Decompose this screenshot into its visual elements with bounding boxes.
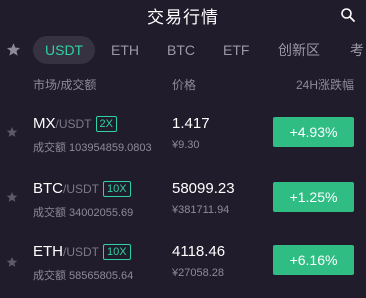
quote-symbol: /USDT (63, 245, 99, 259)
last-price: 1.417 (172, 115, 210, 132)
last-price: 4118.46 (172, 243, 226, 260)
header: 交易行情 (0, 0, 366, 30)
cny-price: ¥9.30 (172, 139, 200, 151)
market-tabs: USDT ETH BTC ETF 创新区 考 (0, 34, 366, 66)
base-symbol: MX (33, 115, 56, 132)
favorite-star-icon[interactable] (6, 191, 18, 203)
volume-text: 成交额 58565805.64 (33, 270, 134, 282)
tab-innovation[interactable]: 创新区 (278, 36, 320, 64)
pair-name: MX/USDT 2X (33, 114, 117, 134)
market-row[interactable]: BTC/USDT 10X 成交额 34002055.69 58099.23 ¥38… (0, 179, 366, 235)
volume-text: 成交额 34002055.69 (33, 207, 134, 219)
favorite-star-icon[interactable] (6, 256, 18, 268)
tab-partial[interactable]: 考 (350, 36, 364, 64)
pair-name: BTC/USDT 10X (33, 179, 131, 199)
tab-usdt[interactable]: USDT (33, 36, 96, 64)
base-symbol: BTC (33, 180, 63, 197)
favorites-star-icon[interactable] (6, 42, 21, 57)
tab-eth[interactable]: ETH (111, 36, 139, 64)
quote-symbol: /USDT (63, 182, 99, 196)
leverage-badge: 10X (103, 181, 131, 197)
leverage-badge: 2X (95, 116, 117, 132)
change-button[interactable]: +4.93% (273, 117, 354, 147)
page-title: 交易行情 (147, 8, 219, 27)
favorite-star-icon[interactable] (6, 126, 18, 138)
tab-etf[interactable]: ETF (223, 36, 249, 64)
search-icon[interactable] (340, 7, 356, 23)
market-row[interactable]: MX/USDT 2X 成交额 103954859.0803 1.417 ¥9.30… (0, 114, 366, 170)
column-header-price[interactable]: 价格 (172, 76, 196, 93)
leverage-badge: 10X (103, 244, 131, 260)
cny-price: ¥27058.28 (172, 267, 224, 279)
tab-btc[interactable]: BTC (167, 36, 195, 64)
column-header-change[interactable]: 24H涨跌幅 (296, 76, 354, 93)
quote-symbol: /USDT (55, 117, 92, 131)
change-button[interactable]: +1.25% (273, 182, 354, 212)
cny-price: ¥381711.94 (172, 204, 230, 216)
volume-text: 成交额 103954859.0803 (33, 142, 152, 154)
market-row[interactable]: ETH/USDT 10X 成交额 58565805.64 4118.46 ¥270… (0, 242, 366, 298)
base-symbol: ETH (33, 243, 63, 260)
pair-name: ETH/USDT 10X (33, 242, 131, 262)
change-button[interactable]: +6.16% (273, 245, 354, 275)
last-price: 58099.23 (172, 180, 235, 197)
column-header-market[interactable]: 市场/成交额 (33, 76, 96, 93)
